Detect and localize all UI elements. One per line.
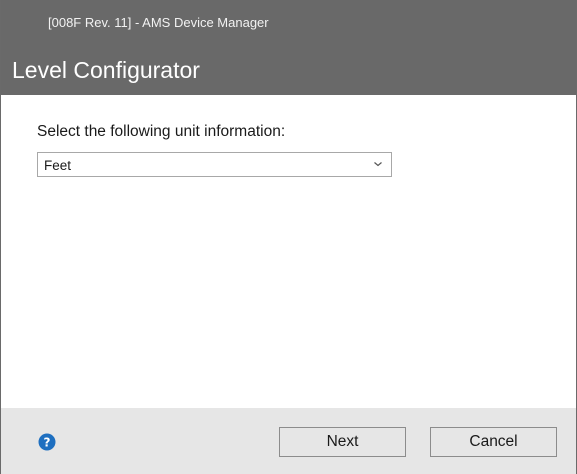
unit-select-value: Feet — [44, 158, 72, 173]
dialog-footer: ? Next Cancel — [1, 408, 576, 474]
chevron-down-icon — [374, 162, 382, 167]
page-title: Level Configurator — [12, 57, 200, 83]
next-button[interactable]: Next — [279, 427, 406, 457]
help-icon[interactable]: ? — [38, 433, 56, 451]
unit-select-dropdown[interactable]: Feet — [37, 152, 392, 177]
svg-text:?: ? — [44, 436, 51, 450]
dialog-header: [008F Rev. 11] - AMS Device Manager Leve… — [1, 0, 576, 95]
window-title: [008F Rev. 11] - AMS Device Manager — [48, 15, 269, 30]
unit-prompt-label: Select the following unit information: — [37, 123, 286, 140]
level-configurator-window: [008F Rev. 11] - AMS Device Manager Leve… — [0, 0, 577, 474]
dialog-content: Select the following unit information: F… — [1, 95, 576, 408]
cancel-button[interactable]: Cancel — [430, 427, 557, 457]
